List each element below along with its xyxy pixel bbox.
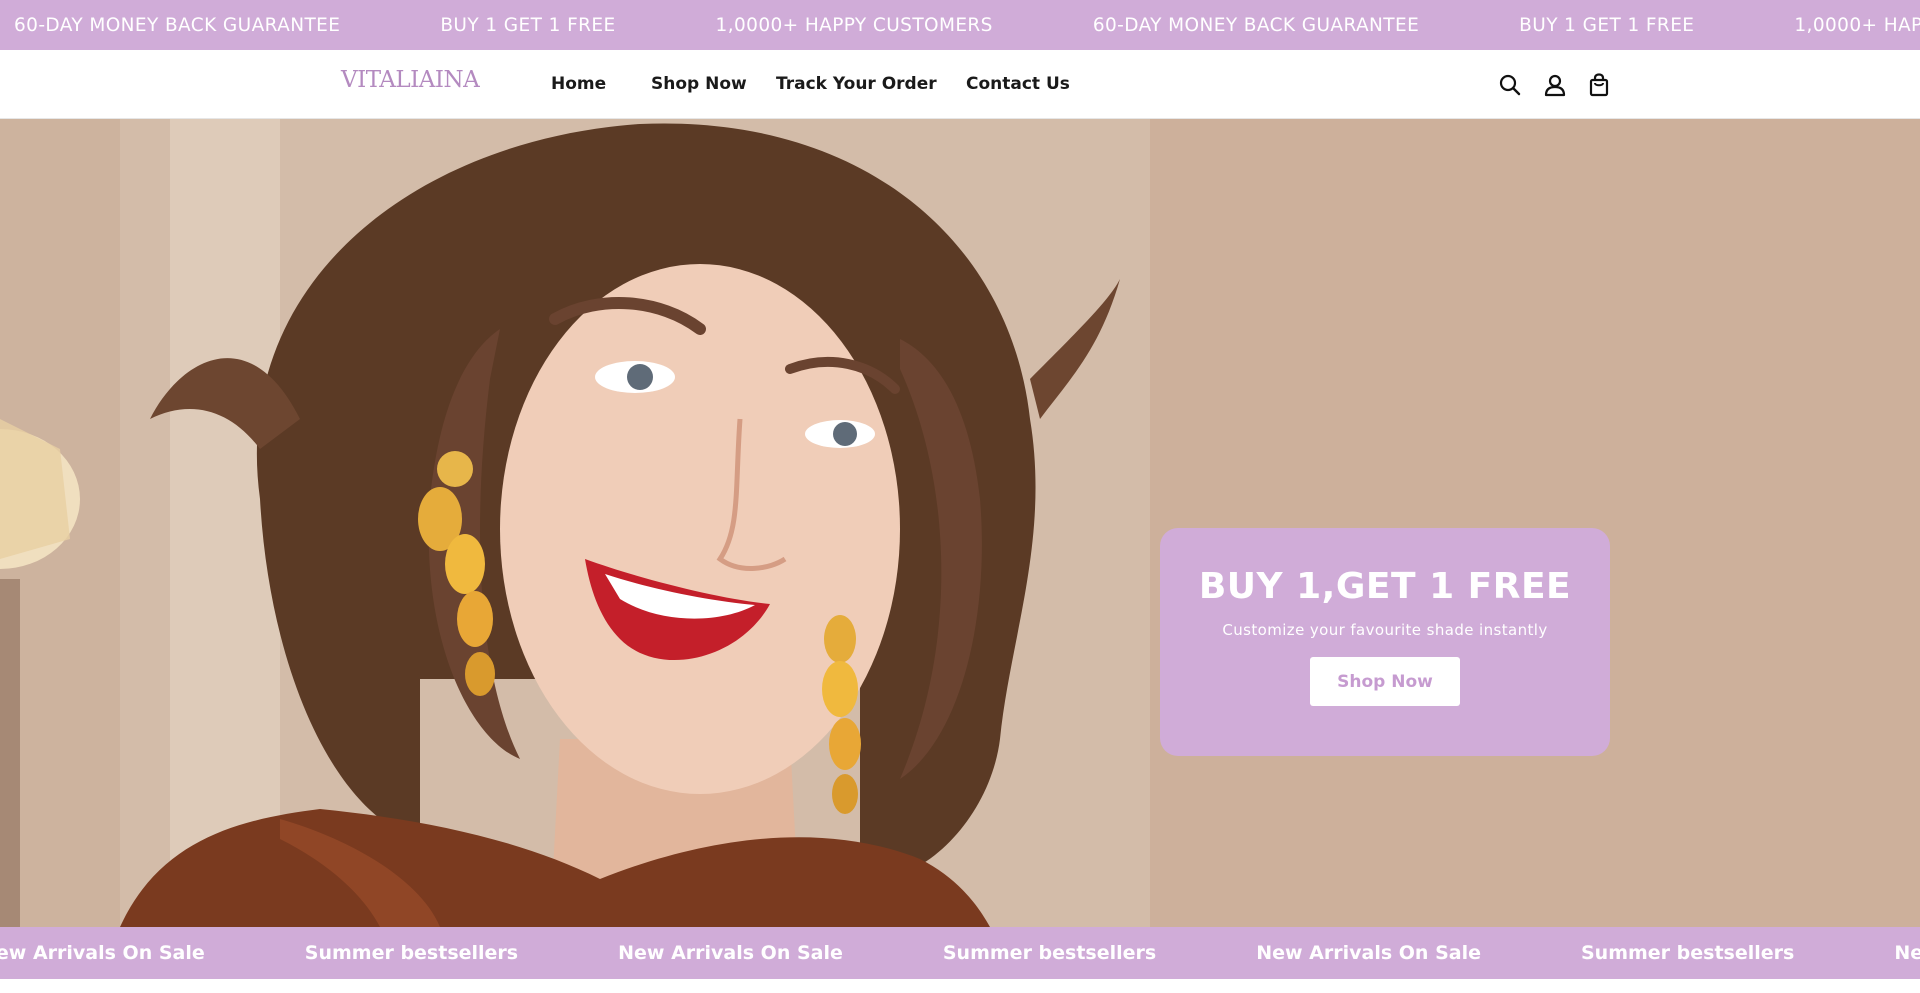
promo-title: BUY 1,GET 1 FREE xyxy=(1198,566,1572,607)
announcement-item: 60-DAY MONEY BACK GUARANTEE xyxy=(1092,14,1420,36)
marquee-track: New Arrivals On Sale Summer bestsellers … xyxy=(0,927,1920,979)
marquee-item: New Arrivals On Sale xyxy=(618,942,843,964)
nav-shop-now[interactable]: Shop Now xyxy=(651,74,747,94)
announcement-bar: 60-DAY MONEY BACK GUARANTEE BUY 1 GET 1 … xyxy=(0,0,1920,50)
hero-image xyxy=(0,119,1920,927)
site-logo[interactable]: VITALIAINA xyxy=(341,67,480,93)
account-icon[interactable] xyxy=(1542,72,1568,98)
promo-subtitle: Customize your favourite shade instantly xyxy=(1222,621,1548,639)
search-icon[interactable] xyxy=(1497,72,1523,98)
announcement-item: 1,0000+ HAPPY CUSTOMERS xyxy=(715,14,993,36)
nav-home[interactable]: Home xyxy=(551,74,606,94)
promo-card: BUY 1,GET 1 FREE Customize your favourit… xyxy=(1160,528,1610,756)
marquee-item: New Arrivals On Sale xyxy=(0,942,205,964)
site-header: VITALIAINA Home Shop Now Track Your Orde… xyxy=(0,50,1920,119)
hero-banner: BUY 1,GET 1 FREE Customize your favourit… xyxy=(0,119,1920,927)
nav-contact-us[interactable]: Contact Us xyxy=(966,74,1070,94)
nav-track-order[interactable]: Track Your Order xyxy=(776,74,937,94)
marquee-item: Summer bestsellers xyxy=(304,942,519,964)
marquee-item: Summer bestsellers xyxy=(1580,942,1795,964)
announcement-item: BUY 1 GET 1 FREE xyxy=(440,14,616,36)
announcement-item: 60-DAY MONEY BACK GUARANTEE xyxy=(14,14,341,36)
page-bottom-strip xyxy=(0,979,1920,993)
cart-icon[interactable] xyxy=(1586,72,1612,98)
announcement-item: BUY 1 GET 1 FREE xyxy=(1519,14,1695,36)
promo-marquee: New Arrivals On Sale Summer bestsellers … xyxy=(0,927,1920,979)
marquee-item: Summer bestsellers xyxy=(942,942,1157,964)
shop-now-button[interactable]: Shop Now xyxy=(1310,657,1460,706)
announcement-track: 60-DAY MONEY BACK GUARANTEE BUY 1 GET 1 … xyxy=(0,0,1920,50)
marquee-item: New Arrivals On Sale xyxy=(1894,942,1920,964)
announcement-item: 1,0000+ HAPPY CUSTOMERS xyxy=(1794,14,1920,36)
marquee-item: New Arrivals On Sale xyxy=(1256,942,1481,964)
